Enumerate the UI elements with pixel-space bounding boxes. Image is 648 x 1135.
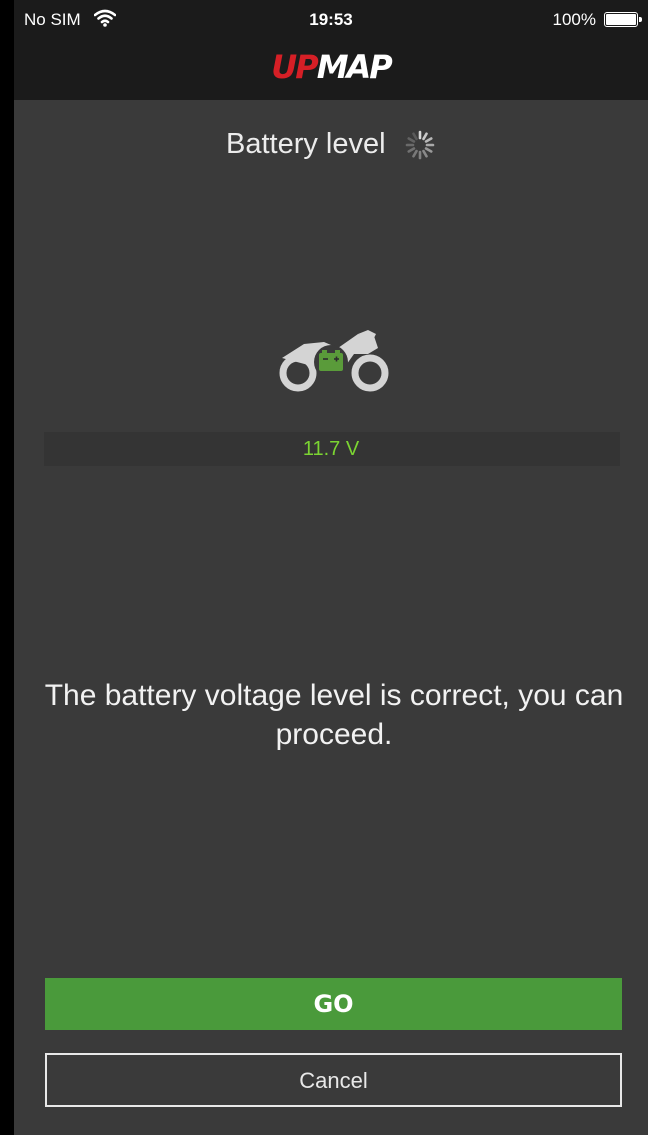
go-button[interactable]: GO bbox=[45, 978, 622, 1030]
page-title: Battery level bbox=[225, 128, 386, 160]
loading-spinner-icon bbox=[404, 129, 436, 161]
status-message: The battery voltage level is correct, yo… bbox=[44, 679, 624, 751]
battery-icon bbox=[604, 12, 642, 27]
battery-percent: 100% bbox=[552, 10, 596, 29]
status-bar: No SIM 19:53 100% bbox=[14, 0, 648, 40]
nav-bar: UPMAP bbox=[14, 40, 648, 100]
motorcycle-battery-icon bbox=[274, 318, 394, 398]
title-row: Battery level bbox=[14, 128, 648, 161]
cancel-button[interactable]: Cancel bbox=[45, 1053, 622, 1107]
voltage-value: 11.7 V bbox=[302, 438, 360, 460]
logo-map: MAP bbox=[316, 48, 393, 86]
app-screen: No SIM 19:53 100% UPMAP Battery level 11… bbox=[14, 0, 648, 1135]
upmap-logo: UPMAP bbox=[14, 48, 648, 86]
logo-up: UP bbox=[271, 48, 318, 86]
